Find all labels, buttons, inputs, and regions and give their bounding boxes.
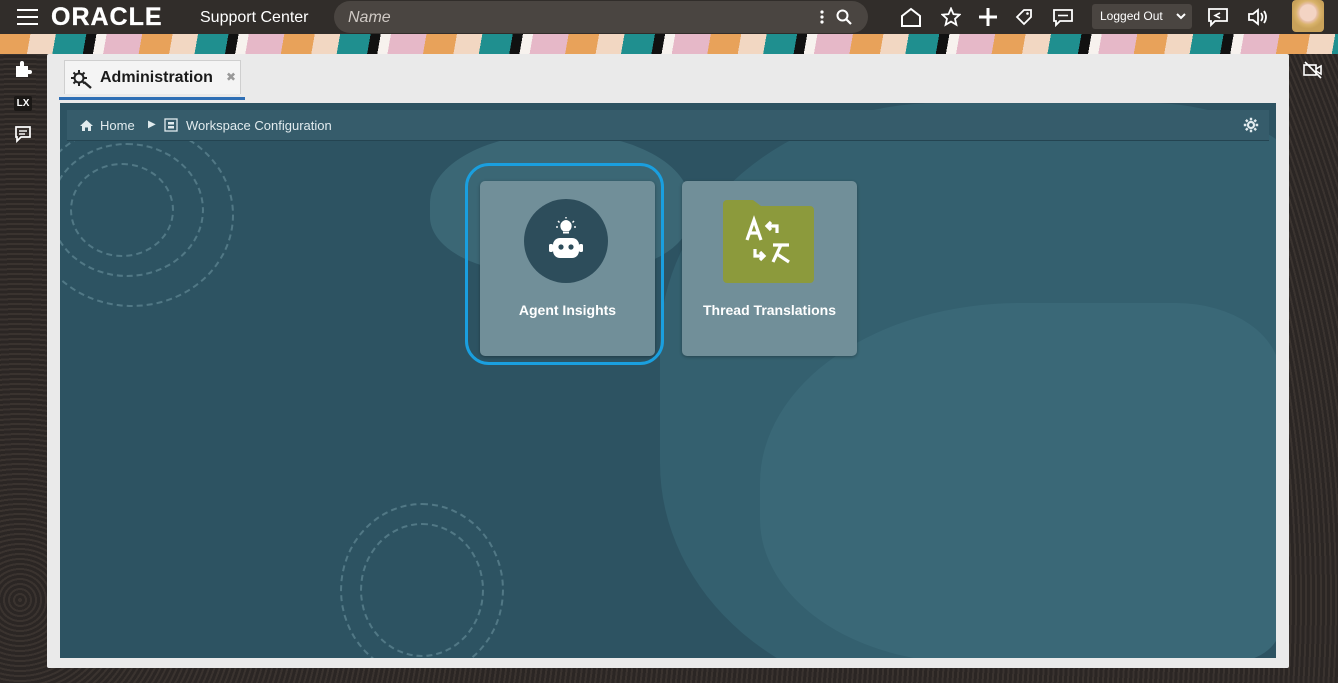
home-icon[interactable]: [79, 119, 93, 133]
search-input[interactable]: [346, 5, 790, 31]
background-shape: [760, 303, 1276, 658]
search-box[interactable]: [334, 1, 868, 33]
tools-icon: [71, 69, 93, 94]
workspace-icon: [164, 118, 178, 137]
folder-icon: [723, 200, 814, 283]
agent-status-dropdown[interactable]: Logged Out: [1092, 4, 1192, 29]
close-icon[interactable]: ✖: [226, 70, 236, 84]
agent-insights-icon-circle: [524, 199, 608, 283]
workspace-area: [60, 103, 1276, 658]
fingerprint-pattern: [360, 523, 484, 657]
app-name: Support Center: [200, 9, 309, 26]
home-icon[interactable]: [899, 5, 923, 29]
chevron-down-icon: [1176, 10, 1186, 24]
fingerprint-pattern: [70, 163, 174, 257]
thread-translations-card[interactable]: Thread Translations: [682, 181, 857, 356]
chat-icon[interactable]: [1051, 5, 1075, 29]
oracle-logo: ORACLE: [51, 3, 163, 31]
top-bar: ORACLE Support Center Logged Out: [0, 0, 1338, 34]
kebab-icon[interactable]: [810, 5, 834, 29]
menu-icon[interactable]: [17, 9, 38, 25]
tag-icon[interactable]: [1012, 5, 1036, 29]
agent-status-value: Logged Out: [1100, 9, 1163, 23]
decorative-banner: [0, 34, 1338, 54]
add-icon[interactable]: [976, 5, 1000, 29]
breadcrumb-separator-icon: ▶: [148, 119, 156, 130]
video-off-icon[interactable]: [1303, 60, 1323, 80]
tab-label: Administration: [100, 69, 213, 86]
robot-icon: [549, 217, 583, 258]
breadcrumb-current: Workspace Configuration: [186, 118, 332, 133]
feedback-icon[interactable]: [13, 124, 33, 144]
agent-insights-card[interactable]: Agent Insights: [480, 181, 655, 356]
star-icon[interactable]: [939, 5, 963, 29]
agent-insights-title: Agent Insights: [518, 302, 617, 318]
search-icon[interactable]: [832, 5, 856, 29]
message-reply-icon[interactable]: [1206, 5, 1230, 29]
gear-icon[interactable]: [1243, 117, 1259, 138]
lx-label: LX: [13, 95, 33, 111]
tab-administration[interactable]: Administration ✖: [64, 60, 241, 94]
user-avatar[interactable]: [1292, 0, 1324, 32]
breadcrumb: Home ▶ Workspace Configuration: [67, 110, 1269, 141]
breadcrumb-home[interactable]: Home: [100, 118, 135, 133]
thread-translations-title: Thread Translations: [702, 302, 837, 318]
puzzle-icon[interactable]: [13, 59, 33, 79]
active-tab-indicator: [59, 97, 245, 100]
lx-button[interactable]: LX: [13, 93, 33, 113]
volume-icon[interactable]: [1246, 5, 1270, 29]
